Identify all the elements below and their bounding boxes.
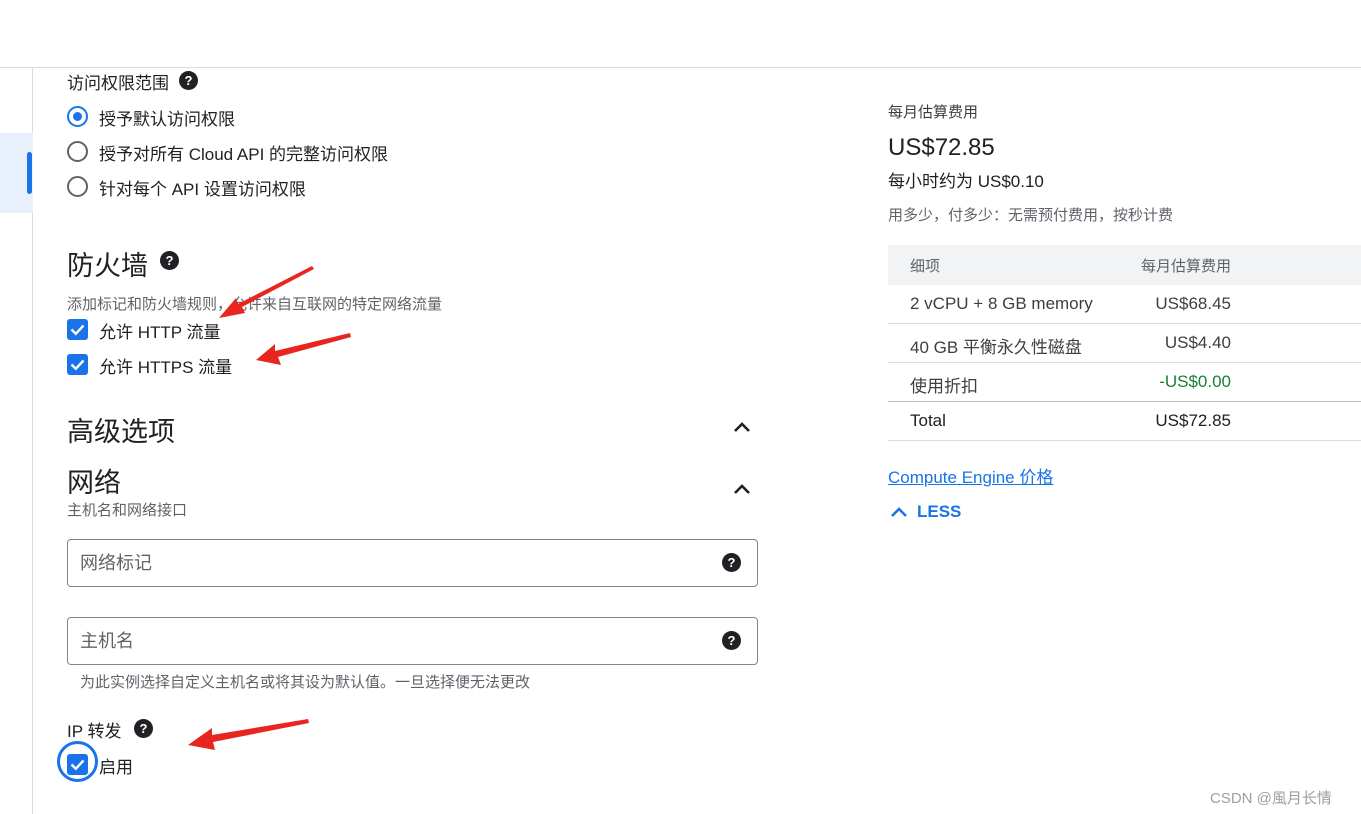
ip-forwarding-title: IP 转发 xyxy=(67,722,122,741)
row-cost: -US$0.00 xyxy=(1159,372,1231,391)
watermark: CSDN @風月长情 xyxy=(1210,790,1332,807)
network-tags-field[interactable]: ? xyxy=(67,539,758,587)
row-cost: US$68.45 xyxy=(1155,294,1231,313)
table-total-row: Total US$72.85 xyxy=(888,402,1361,441)
radio-per-api-access[interactable] xyxy=(67,176,88,197)
row-cost: US$4.40 xyxy=(1164,333,1231,352)
radio-default-access[interactable] xyxy=(67,106,88,127)
table-header: 细项 每月估算费用 xyxy=(888,245,1361,285)
firewall-title: 防火墙 xyxy=(67,251,148,281)
radio-full-access[interactable] xyxy=(67,141,88,162)
checkbox-https[interactable] xyxy=(67,354,88,375)
checkbox-http-label[interactable]: 允许 HTTP 流量 xyxy=(99,318,221,343)
total-value: US$72.85 xyxy=(1155,411,1231,430)
hostname-field[interactable]: ? xyxy=(67,617,758,665)
checkbox-checked-icon xyxy=(70,759,85,771)
network-subtitle: 主机名和网络接口 xyxy=(67,502,188,519)
chevron-up-icon xyxy=(891,507,907,517)
checkbox-https-label[interactable]: 允许 HTTPS 流量 xyxy=(99,353,232,378)
chevron-up-icon[interactable] xyxy=(733,421,751,433)
row-item: 使用折扣 xyxy=(910,377,978,396)
checkbox-ip-forwarding-label[interactable]: 启用 xyxy=(99,753,133,778)
checkbox-checked-icon xyxy=(70,359,85,371)
pricing-hourly: 每小时约为 US$0.10 xyxy=(888,172,1044,191)
row-item: 40 GB 平衡永久性磁盘 xyxy=(910,338,1082,357)
cost-breakdown-table: 细项 每月估算费用 2 vCPU + 8 GB memory US$68.45 … xyxy=(888,245,1361,441)
help-icon[interactable]: ? xyxy=(179,71,198,90)
help-icon[interactable]: ? xyxy=(134,719,153,738)
less-label: LESS xyxy=(917,502,962,521)
total-label: Total xyxy=(910,411,946,430)
table-row: 2 vCPU + 8 GB memory US$68.45 xyxy=(888,285,1361,324)
radio-full-access-label[interactable]: 授予对所有 Cloud API 的完整访问权限 xyxy=(99,140,388,165)
radio-default-access-label[interactable]: 授予默认访问权限 xyxy=(99,105,235,130)
firewall-description: 添加标记和防火墙规则，允许来自互联网的特定网络流量 xyxy=(67,296,443,313)
pricing-monthly-total: US$72.85 xyxy=(888,134,995,161)
network-tags-input[interactable] xyxy=(80,548,700,578)
top-bar xyxy=(0,0,1361,68)
column-header-item: 细项 xyxy=(910,258,941,275)
radio-per-api-access-label[interactable]: 针对每个 API 设置访问权限 xyxy=(99,175,306,200)
checkbox-ip-forwarding[interactable] xyxy=(67,754,88,775)
pricing-heading: 每月估算费用 xyxy=(888,104,979,121)
chevron-up-icon[interactable] xyxy=(733,483,751,495)
column-header-cost: 每月估算费用 xyxy=(1140,258,1231,275)
help-icon[interactable]: ? xyxy=(160,251,179,270)
compute-engine-pricing-link[interactable]: Compute Engine 价格 xyxy=(888,463,1053,488)
hostname-hint: 为此实例选择自定义主机名或将其设为默认值。一旦选择便无法更改 xyxy=(80,674,531,691)
help-icon[interactable]: ? xyxy=(722,553,741,572)
hostname-input[interactable] xyxy=(80,626,700,656)
checkbox-http[interactable] xyxy=(67,319,88,340)
row-item: 2 vCPU + 8 GB memory xyxy=(910,294,1093,313)
advanced-options-title[interactable]: 高级选项 xyxy=(67,410,175,449)
table-divider xyxy=(888,440,1361,441)
annotation-arrow xyxy=(256,333,351,365)
pricing-note: 用多少，付多少：无需预付费用，按秒计费 xyxy=(888,207,1174,224)
access-scope-title: 访问权限范围 xyxy=(67,74,169,93)
network-title[interactable]: 网络 xyxy=(67,461,121,500)
annotation-arrow xyxy=(188,719,309,750)
table-row: 使用折扣 -US$0.00 xyxy=(888,363,1361,402)
table-row: 40 GB 平衡永久性磁盘 US$4.40 xyxy=(888,324,1361,363)
help-icon[interactable]: ? xyxy=(722,631,741,650)
side-nav-indicator xyxy=(27,152,32,194)
checkbox-checked-icon xyxy=(70,324,85,336)
